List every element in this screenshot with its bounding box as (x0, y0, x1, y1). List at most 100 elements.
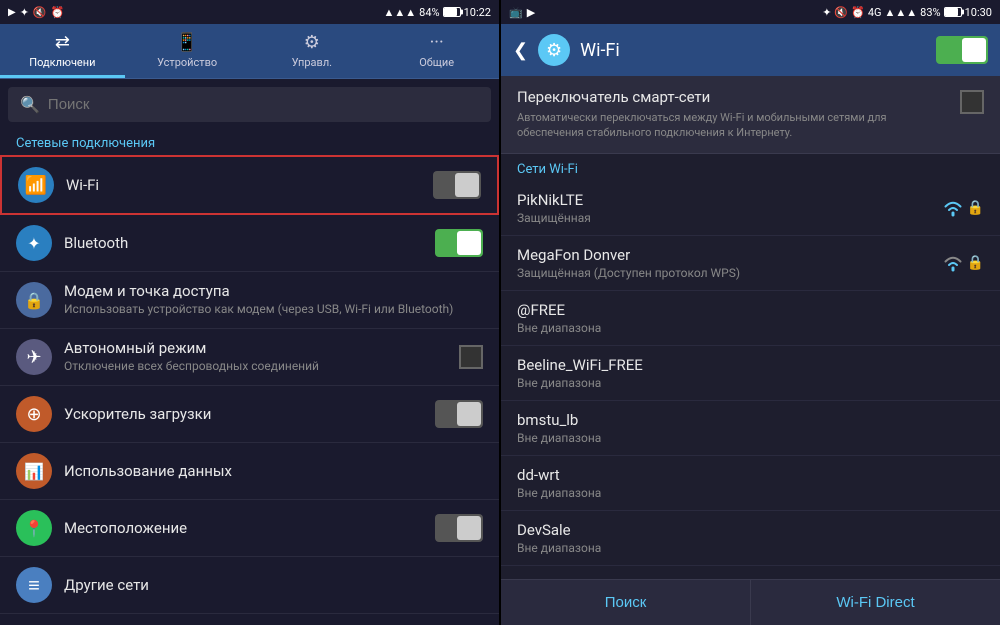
modem-item-text: Модем и точка доступа Использовать устро… (64, 282, 483, 318)
wifi-network-free[interactable]: @FREE Вне диапазона (501, 291, 1000, 346)
beeline-text: Beeline_WiFi_FREE Вне диапазона (517, 356, 984, 390)
tab-connections[interactable]: ⇄ Подключени (0, 24, 125, 78)
wifi-network-ddwrt[interactable]: dd-wrt Вне диапазона (501, 456, 1000, 511)
nav-tabs: ⇄ Подключени 📱 Устройство ⚙ Управл. ··· … (0, 24, 499, 79)
status-icons-left: ▶ ✦ 🔇 ⏰ (8, 6, 64, 19)
airplane-item-title: Автономный режим (64, 339, 459, 357)
smart-switch-desc: Автоматически переключаться между Wi-Fi … (517, 110, 950, 141)
location-item-title: Местоположение (64, 519, 435, 537)
modem-item-subtitle: Использовать устройство как модем (через… (64, 302, 483, 318)
wifi-network-megafon[interactable]: MegaFon Donver Защищённая (Доступен прот… (501, 236, 1000, 291)
modem-item-title: Модем и точка доступа (64, 282, 483, 300)
right-status-icons-right: ✦ 🔇 ⏰ 4G ▲▲▲ 83% 10:30 (822, 6, 992, 19)
location-icon: 📍 (16, 510, 52, 546)
wifi-item-title: Wi-Fi (66, 176, 433, 194)
modem-setting-item[interactable]: 🔒 Модем и точка доступа Использовать уст… (0, 272, 499, 329)
megafon-signal-icon (942, 254, 964, 272)
download-toggle[interactable] (435, 400, 483, 428)
play-icon: ▶ (8, 7, 16, 18)
beeline-name: Beeline_WiFi_FREE (517, 356, 984, 374)
wifi-network-beeline[interactable]: Beeline_WiFi_FREE Вне диапазона (501, 346, 1000, 401)
smart-switch: Переключатель смарт-сети Автоматически п… (501, 76, 1000, 154)
location-toggle[interactable] (435, 514, 483, 542)
left-time: 10:22 (464, 6, 491, 19)
right-4g-icon: 4G (868, 6, 882, 19)
right-screen-icon: 📺 (509, 6, 523, 19)
other-setting-item[interactable]: ≡ Другие сети (0, 557, 499, 614)
megafon-signal: 🔒 (942, 254, 984, 272)
wifi-network-list: PikNikLTE Защищённая 🔒 MegaFon Donver За… (501, 181, 1000, 579)
bmstu-status: Вне диапазона (517, 431, 984, 445)
airplane-setting-item[interactable]: ✈ Автономный режим Отключение всех беспр… (0, 329, 499, 386)
bluetooth-toggle[interactable] (435, 229, 483, 257)
search-input[interactable] (48, 96, 479, 113)
wifi-network-devsale[interactable]: DevSale Вне диапазона (501, 511, 1000, 566)
ddwrt-name: dd-wrt (517, 466, 984, 484)
mute-icon: 🔇 (33, 6, 47, 19)
wifi-gear-icon: ⚙ (538, 34, 570, 66)
wifi-header-toggle[interactable] (936, 36, 988, 64)
right-panel: 📺 ▶ ✦ 🔇 ⏰ 4G ▲▲▲ 83% 10:30 ❮ ⚙ Wi-Fi Пер… (501, 0, 1000, 625)
back-button[interactable]: ❮ (513, 40, 528, 61)
network-section-label: Сетевые подключения (0, 130, 499, 155)
battery-icon (443, 7, 461, 17)
wifi-item-text: Wi-Fi (66, 176, 433, 194)
search-icon: 🔍 (20, 95, 40, 114)
other-icon: ≡ (16, 567, 52, 603)
location-setting-item[interactable]: 📍 Местоположение (0, 500, 499, 557)
beeline-status: Вне диапазона (517, 376, 984, 390)
other-item-text: Другие сети (64, 576, 483, 594)
piknik-text: PikNikLTE Защищённая (517, 191, 942, 225)
download-item-text: Ускоритель загрузки (64, 405, 435, 423)
free-status: Вне диапазона (517, 321, 984, 335)
right-battery-icon (944, 7, 962, 17)
right-bt-icon: ✦ (822, 6, 831, 19)
tab-general-label: Общие (419, 56, 454, 69)
right-alarm-icon: ⏰ (851, 6, 865, 19)
piknik-signal-icon (942, 199, 964, 217)
wifi-toggle-knob (455, 173, 479, 197)
airplane-icon: ✈ (16, 339, 52, 375)
megafon-name: MegaFon Donver (517, 246, 942, 264)
smart-switch-text: Переключатель смарт-сети Автоматически п… (517, 88, 950, 141)
wifi-search-button[interactable]: Поиск (501, 580, 751, 625)
devsale-text: DevSale Вне диапазона (517, 521, 984, 555)
tab-device[interactable]: 📱 Устройство (125, 24, 250, 78)
megafon-lock-icon: 🔒 (967, 255, 984, 271)
wifi-toggle[interactable] (433, 171, 481, 199)
right-time: 10:30 (965, 6, 992, 19)
wifi-network-piknik[interactable]: PikNikLTE Защищённая 🔒 (501, 181, 1000, 236)
right-status-icons-left: 📺 ▶ (509, 6, 535, 19)
bluetooth-setting-item[interactable]: ✦ Bluetooth (0, 215, 499, 272)
wifi-network-bmstu[interactable]: bmstu_lb Вне диапазона (501, 401, 1000, 456)
wifi-section-label: Сети Wi-Fi (501, 154, 1000, 181)
download-setting-item[interactable]: ⊕ Ускоритель загрузки (0, 386, 499, 443)
device-icon: 📱 (176, 32, 198, 53)
data-setting-item[interactable]: 📊 Использование данных (0, 443, 499, 500)
smart-switch-checkbox[interactable] (960, 90, 984, 114)
tab-connections-label: Подключени (29, 56, 95, 69)
right-battery-percent: 83% (920, 6, 940, 19)
bluetooth-icon: ✦ (16, 225, 52, 261)
ddwrt-status: Вне диапазона (517, 486, 984, 500)
bmstu-name: bmstu_lb (517, 411, 984, 429)
piknik-lock-icon: 🔒 (967, 200, 984, 216)
tab-general[interactable]: ··· Общие (374, 24, 499, 78)
data-item-title: Использование данных (64, 462, 483, 480)
airplane-checkbox[interactable] (459, 345, 483, 369)
megafon-text: MegaFon Donver Защищённая (Доступен прот… (517, 246, 942, 280)
bluetooth-item-title: Bluetooth (64, 234, 435, 252)
bluetooth-item-text: Bluetooth (64, 234, 435, 252)
left-status-bar: ▶ ✦ 🔇 ⏰ ▲▲▲ 84% 10:22 (0, 0, 499, 24)
right-signal: ▲▲▲ (885, 6, 918, 19)
bmstu-text: bmstu_lb Вне диапазона (517, 411, 984, 445)
devsale-name: DevSale (517, 521, 984, 539)
right-battery-fill (945, 8, 958, 16)
wifi-direct-button[interactable]: Wi-Fi Direct (751, 580, 1000, 625)
piknik-status: Защищённая (517, 211, 942, 225)
wifi-setting-item[interactable]: 📶 Wi-Fi (0, 155, 499, 215)
tab-manage[interactable]: ⚙ Управл. (250, 24, 375, 78)
settings-list: 📶 Wi-Fi ✦ Bluetooth 🔒 Модем и точка дост… (0, 155, 499, 625)
connections-icon: ⇄ (55, 32, 70, 53)
manage-icon: ⚙ (304, 32, 320, 53)
